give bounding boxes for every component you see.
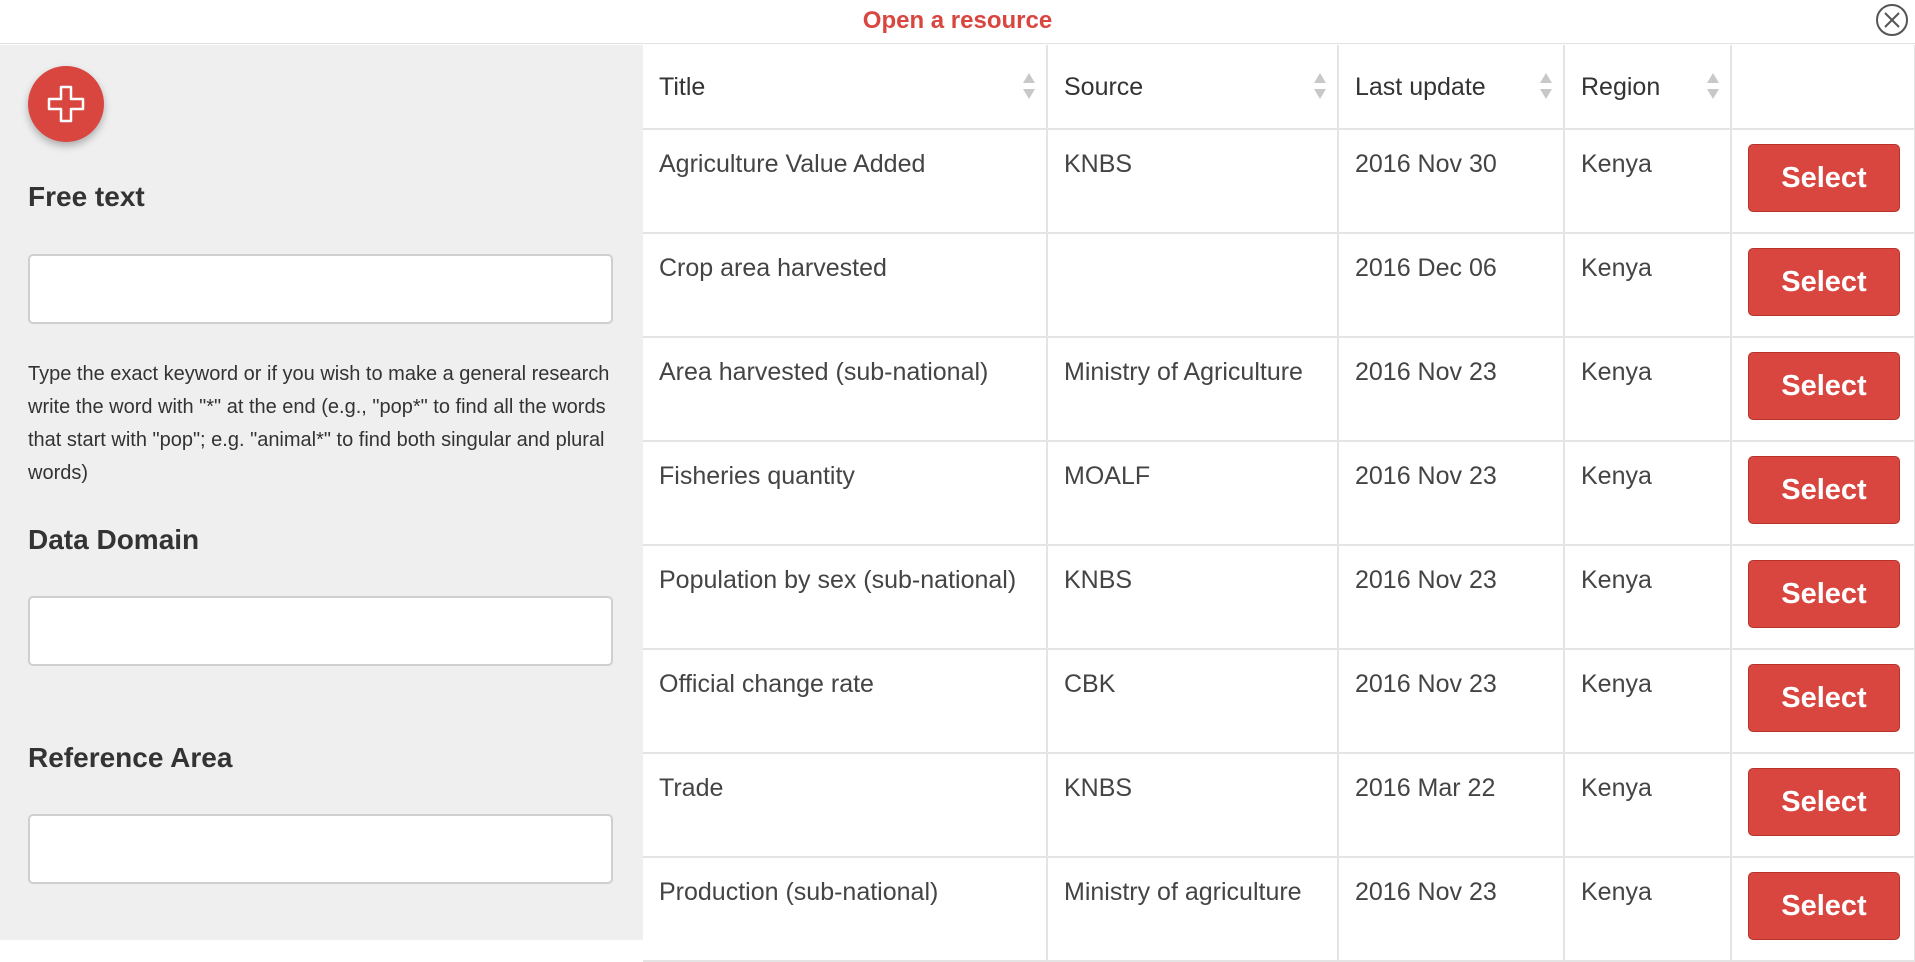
cell-source: KNBS: [1047, 753, 1339, 858]
cell-title: Agriculture Value Added: [643, 129, 1048, 234]
table-header-row: Title Source Last update Region: [643, 45, 1915, 130]
cell-title: Fisheries quantity: [643, 441, 1048, 546]
search-help-text: Type the exact keyword or if you wish to…: [28, 363, 610, 484]
cell-region: Kenya: [1564, 441, 1732, 546]
cell-source: Ministry of Agriculture: [1047, 337, 1339, 442]
cell-action: Select: [1731, 545, 1915, 650]
data-domain-label: Data Domain: [28, 524, 200, 555]
free-text-label: Free text: [28, 181, 145, 212]
column-header-action: [1731, 45, 1915, 130]
add-resource-button[interactable]: [28, 66, 104, 142]
select-button[interactable]: Select: [1748, 352, 1900, 420]
cell-region: Kenya: [1564, 649, 1732, 754]
table-row: Production (sub-national) Ministry of ag…: [643, 857, 1915, 962]
select-button[interactable]: Select: [1748, 768, 1900, 836]
free-text-input[interactable]: [28, 254, 613, 324]
cell-region: Kenya: [1564, 337, 1732, 442]
cell-source: KNBS: [1047, 129, 1339, 234]
cell-source: Ministry of agriculture: [1047, 857, 1339, 962]
table-row: Crop area harvested 2016 Dec 06 Kenya Se…: [643, 233, 1915, 338]
cell-source: [1047, 233, 1339, 338]
cell-source: CBK: [1047, 649, 1339, 754]
cell-last-update: 2016 Dec 06: [1338, 233, 1565, 338]
column-header-label: Title: [659, 73, 706, 101]
cell-action: Select: [1731, 337, 1915, 442]
cell-last-update: 2016 Nov 23: [1338, 649, 1565, 754]
resource-table: Title Source Last update Region Agricult…: [643, 45, 1915, 962]
table-row: Official change rate CBK 2016 Nov 23 Ken…: [643, 649, 1915, 754]
filter-sidebar: Free text Type the exact keyword or if y…: [0, 45, 643, 940]
column-header-source[interactable]: Source: [1047, 45, 1339, 130]
cell-region: Kenya: [1564, 233, 1732, 338]
cell-last-update: 2016 Nov 23: [1338, 441, 1565, 546]
column-header-label: Last update: [1355, 73, 1486, 101]
select-button[interactable]: Select: [1748, 248, 1900, 316]
select-button[interactable]: Select: [1748, 144, 1900, 212]
column-header-label: Region: [1581, 73, 1661, 101]
cell-last-update: 2016 Nov 23: [1338, 857, 1565, 962]
dialog-header: Open a resource: [0, 0, 1915, 44]
cell-action: Select: [1731, 233, 1915, 338]
cell-action: Select: [1731, 753, 1915, 858]
cell-last-update: 2016 Nov 30: [1338, 129, 1565, 234]
close-icon: [1884, 12, 1900, 28]
cell-source: KNBS: [1047, 545, 1339, 650]
cell-region: Kenya: [1564, 857, 1732, 962]
cell-last-update: 2016 Nov 23: [1338, 545, 1565, 650]
column-header-region[interactable]: Region: [1564, 45, 1732, 130]
data-domain-field[interactable]: [28, 596, 613, 666]
close-button[interactable]: [1876, 4, 1908, 36]
cell-last-update: 2016 Mar 22: [1338, 753, 1565, 858]
cell-action: Select: [1731, 441, 1915, 546]
column-header-title[interactable]: Title: [643, 45, 1048, 130]
reference-area-label: Reference Area: [28, 742, 233, 773]
table-row: Fisheries quantity MOALF 2016 Nov 23 Ken…: [643, 441, 1915, 546]
cell-region: Kenya: [1564, 129, 1732, 234]
select-button[interactable]: Select: [1748, 872, 1900, 940]
dialog-title: Open a resource: [862, 7, 1053, 34]
cell-action: Select: [1731, 649, 1915, 754]
sort-icon: [1707, 73, 1719, 99]
table-row: Agriculture Value Added KNBS 2016 Nov 30…: [643, 129, 1915, 234]
reference-area-field[interactable]: [28, 814, 613, 884]
cell-action: Select: [1731, 129, 1915, 234]
table-row: Trade KNBS 2016 Mar 22 Kenya Select: [643, 753, 1915, 858]
cell-last-update: 2016 Nov 23: [1338, 337, 1565, 442]
cell-region: Kenya: [1564, 545, 1732, 650]
cell-title: Official change rate: [643, 649, 1048, 754]
column-header-last-update[interactable]: Last update: [1338, 45, 1565, 130]
select-button[interactable]: Select: [1748, 664, 1900, 732]
cell-title: Area harvested (sub-national): [643, 337, 1048, 442]
select-button[interactable]: Select: [1748, 560, 1900, 628]
cell-region: Kenya: [1564, 753, 1732, 858]
table-row: Population by sex (sub-national) KNBS 20…: [643, 545, 1915, 650]
cell-source: MOALF: [1047, 441, 1339, 546]
select-button[interactable]: Select: [1748, 456, 1900, 524]
cell-title: Production (sub-national): [643, 857, 1048, 962]
table-row: Area harvested (sub-national) Ministry o…: [643, 337, 1915, 442]
cell-title: Population by sex (sub-national): [643, 545, 1048, 650]
cell-title: Crop area harvested: [643, 233, 1048, 338]
sort-icon: [1540, 73, 1552, 99]
cell-action: Select: [1731, 857, 1915, 962]
resource-table-panel: Title Source Last update Region Agricult…: [643, 45, 1915, 962]
sort-icon: [1314, 73, 1326, 99]
cell-title: Trade: [643, 753, 1048, 858]
sort-icon: [1023, 73, 1035, 99]
column-header-label: Source: [1064, 73, 1144, 101]
plus-icon: [47, 85, 85, 123]
